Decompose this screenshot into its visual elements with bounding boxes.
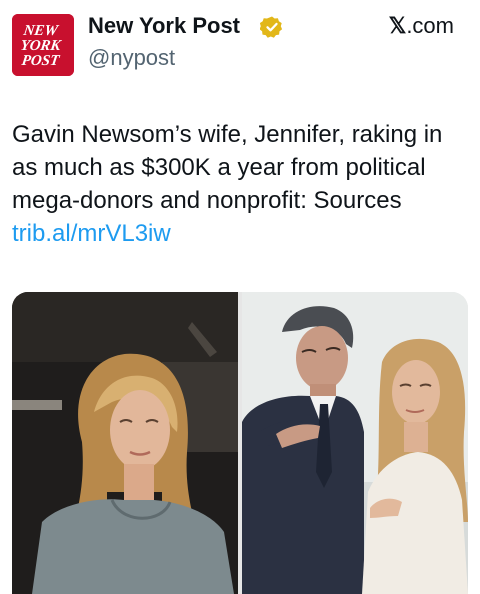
- tweet-text: Gavin Newsom’s wife, Jennifer, raking in…: [12, 118, 472, 250]
- tweet-header: NEW YORK POST New York Post @nypost 𝕏.co…: [0, 0, 480, 90]
- account-handle[interactable]: @nypost: [88, 44, 175, 72]
- tweet-media[interactable]: [12, 292, 468, 594]
- photo-gavin-and-jennifer-newsom[interactable]: [242, 292, 468, 594]
- tweet-link[interactable]: trib.al/mrVL3iw: [12, 220, 171, 247]
- nypost-avatar[interactable]: NEW YORK POST: [12, 14, 74, 76]
- logo-line-3: POST: [21, 53, 62, 69]
- x-logo-icon: 𝕏: [388, 13, 407, 38]
- photo-jennifer-siebel-newsom[interactable]: [12, 292, 238, 594]
- source-domain: .com: [406, 13, 454, 38]
- logo-line-2: YORK: [19, 38, 62, 54]
- display-name[interactable]: New York Post: [88, 12, 240, 40]
- gold-verified-badge-icon: [260, 16, 283, 38]
- source-label: 𝕏.com: [389, 12, 454, 40]
- tweet-body: Gavin Newsom’s wife, Jennifer, raking in…: [12, 121, 443, 214]
- logo-line-1: NEW: [21, 23, 60, 39]
